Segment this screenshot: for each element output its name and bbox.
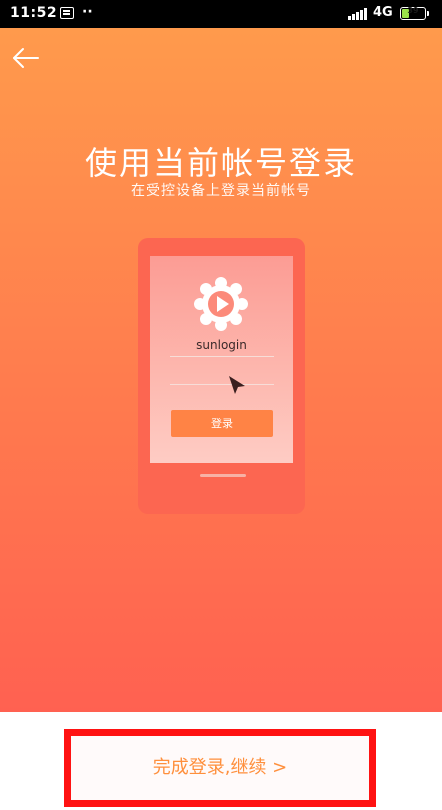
app-name: sunlogin <box>196 338 247 352</box>
phone-home-bar <box>200 474 246 477</box>
back-arrow-icon <box>13 48 39 68</box>
username-line <box>170 356 274 357</box>
battery-level: 39 <box>407 6 419 15</box>
battery-icon: 39 <box>400 6 429 20</box>
page-title: 使用当前帐号登录 <box>84 144 357 182</box>
message-icon <box>60 7 74 19</box>
phone-screen: sunlogin 登录 <box>150 256 293 463</box>
bottom-panel: 完成登录,继续 > <box>0 712 442 810</box>
page-subtitle: 在受控设备上登录当前帐号 <box>131 183 311 199</box>
login-hero: 使用当前帐号登录 在受控设备上登录当前帐号 sunlogin 登录 <box>0 28 442 712</box>
phone-illustration: sunlogin 登录 <box>138 238 305 514</box>
signal-icon <box>348 7 370 20</box>
app-screen: 11:52 ·· 4G 39 使用当前帐号登录 在受控设备上登录当前帐号 sun… <box>0 0 442 810</box>
continue-button[interactable]: 完成登录,继续 > <box>64 729 376 807</box>
back-button[interactable] <box>10 42 42 74</box>
sunlogin-logo-icon <box>194 277 248 331</box>
status-bar: 11:52 ·· 4G 39 <box>0 0 442 28</box>
status-dots: ·· <box>82 4 93 20</box>
mouse-pointer-icon <box>229 376 245 394</box>
status-time: 11:52 <box>10 5 58 21</box>
network-type: 4G <box>373 5 393 20</box>
password-line <box>170 384 274 385</box>
illustration-login-button: 登录 <box>171 410 273 437</box>
